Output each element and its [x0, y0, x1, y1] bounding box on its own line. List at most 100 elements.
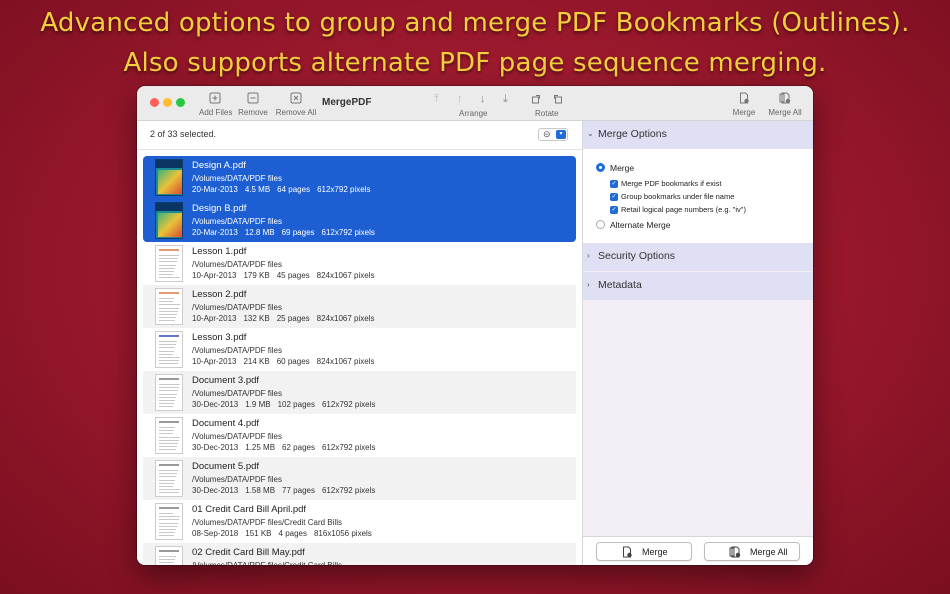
merge-toolbar-label: Merge — [732, 108, 756, 117]
pdf-thumbnail — [155, 503, 183, 540]
page-count: 45 pages — [276, 271, 310, 280]
file-meta: 10-Apr-2013 132 KB 25 pages 824x1067 pixels — [192, 314, 381, 323]
more-options-icon: ⊝ — [543, 129, 551, 139]
file-row[interactable]: Document 4.pdf/Volumes/DATA/PDF files 30-… — [143, 414, 576, 457]
headline-line-1: Advanced options to group and merge PDF … — [40, 8, 910, 38]
remove-all-button[interactable]: Remove All — [275, 92, 317, 117]
remove-all-icon — [290, 92, 302, 104]
page-count: 25 pages — [276, 314, 310, 323]
move-up-icon[interactable]: ↑ — [457, 93, 463, 105]
file-size: 1.9 MB — [245, 400, 271, 409]
file-row[interactable]: Document 3.pdf/Volumes/DATA/PDF files 30-… — [143, 371, 576, 414]
close-window-button[interactable] — [150, 98, 159, 107]
page-dimensions: 612x792 pixels — [321, 228, 375, 237]
alternate-merge-radio[interactable] — [596, 220, 605, 229]
merge-radio[interactable] — [596, 163, 605, 172]
security-options-title: Security Options — [598, 250, 676, 262]
move-to-top-icon[interactable]: ⤒ — [434, 93, 439, 106]
bookmarks-checkbox-label: Merge PDF bookmarks if exist — [621, 179, 722, 188]
remove-label: Remove — [238, 108, 268, 117]
page-dimensions: 612x792 pixels — [317, 185, 371, 194]
file-size: 4.5 MB — [244, 185, 271, 194]
file-name: Document 4.pdf — [192, 418, 260, 429]
options-pane: ⌄ Merge Options Merge ✓ Merge PDF bookma… — [583, 121, 813, 565]
file-row[interactable]: Lesson 2.pdf/Volumes/DATA/PDF files 10-Ap… — [143, 285, 576, 328]
security-options-header[interactable]: › Security Options — [583, 243, 813, 271]
file-date: 30-Dec-2013 — [192, 400, 239, 409]
file-meta: 30-Dec-2013 1.9 MB 102 pages 612x792 pixels — [192, 400, 382, 409]
move-to-bottom-icon[interactable]: ⤓ — [503, 93, 508, 106]
file-name: Document 3.pdf — [192, 375, 260, 386]
rotate-right-icon[interactable] — [552, 93, 563, 107]
pdf-thumbnail — [155, 288, 183, 325]
add-files-label: Add Files — [199, 108, 233, 117]
add-files-button[interactable]: Add Files — [199, 92, 233, 117]
zoom-window-button[interactable] — [176, 98, 185, 107]
pdf-thumbnail — [155, 460, 183, 497]
file-row[interactable]: Document 5.pdf/Volumes/DATA/PDF files 30-… — [143, 457, 576, 500]
file-meta: 30-Dec-2013 1.25 MB 62 pages 612x792 pixels — [192, 443, 382, 452]
merge-all-toolbar-button[interactable]: Merge All — [767, 92, 803, 117]
file-date: 08-Sep-2018 — [192, 529, 239, 538]
page-count: 64 pages — [277, 185, 311, 194]
chevron-down-icon: ▾ — [556, 130, 566, 139]
file-row[interactable]: 01 Credit Card Bill April.pdf/Volumes/DA… — [143, 500, 576, 543]
group-bookmarks-checkbox[interactable]: ✓ — [610, 193, 618, 201]
arrange-label: Arrange — [459, 109, 488, 118]
merge-action-bar: Merge Merge All — [583, 537, 813, 565]
file-path: /Volumes/DATA/PDF files — [192, 346, 282, 355]
file-row[interactable]: Lesson 1.pdf/Volumes/DATA/PDF files 10-Ap… — [143, 242, 576, 285]
pdf-thumbnail — [155, 202, 183, 239]
file-name: Lesson 3.pdf — [192, 332, 247, 343]
file-date: 20-Mar-2013 — [192, 185, 238, 194]
app-window: Add Files Remove Remove All MergePDF ⤒ ↑… — [137, 86, 813, 565]
merge-all-button[interactable]: Merge All — [704, 542, 800, 561]
file-path: /Volumes/DATA/PDF files/Credit Card Bill… — [192, 561, 342, 565]
page-numbers-label: Retail logical page numbers (e.g. "iv") — [621, 205, 746, 214]
file-row[interactable]: Design A.pdf/Volumes/DATA/PDF files 20-Ma… — [143, 156, 576, 199]
file-name: Document 5.pdf — [192, 461, 260, 472]
add-file-icon — [209, 92, 221, 104]
metadata-header[interactable]: › Metadata — [583, 272, 813, 300]
pdf-thumbnail — [155, 245, 183, 282]
chevron-right-icon: › — [587, 280, 590, 289]
file-meta: 20-Mar-2013 12.8 MB 69 pages 612x792 pixels — [192, 228, 382, 237]
pdf-thumbnail — [155, 546, 183, 565]
remove-button[interactable]: Remove — [238, 92, 268, 117]
divider — [137, 149, 582, 150]
file-path: /Volumes/DATA/PDF files — [192, 260, 282, 269]
file-date: 10-Apr-2013 — [192, 357, 237, 366]
file-path: /Volumes/DATA/PDF files — [192, 217, 282, 226]
file-path: /Volumes/DATA/PDF files — [192, 389, 282, 398]
file-path: /Volumes/DATA/PDF files — [192, 303, 282, 312]
file-meta: 30-Dec-2013 1.58 MB 77 pages 612x792 pixels — [192, 486, 382, 495]
group-bookmarks-label: Group bookmarks under file name — [621, 192, 735, 201]
bookmarks-checkbox[interactable]: ✓ — [610, 180, 618, 188]
minimize-window-button[interactable] — [163, 98, 172, 107]
page-count: 60 pages — [276, 357, 310, 366]
remove-icon — [247, 92, 259, 104]
file-row[interactable]: Lesson 3.pdf/Volumes/DATA/PDF files 10-Ap… — [143, 328, 576, 371]
file-date: 20-Mar-2013 — [192, 228, 238, 237]
merge-toolbar-button[interactable]: Merge — [731, 92, 757, 117]
file-row[interactable]: 02 Credit Card Bill May.pdf/Volumes/DATA… — [143, 543, 576, 565]
merge-all-button-label: Merge All — [750, 547, 788, 557]
file-meta: 08-Sep-2018 151 KB 4 pages 816x1056 pixels — [192, 529, 379, 538]
file-size: 132 KB — [243, 314, 270, 323]
merge-options-header[interactable]: ⌄ Merge Options — [583, 121, 813, 149]
file-path: /Volumes/DATA/PDF files — [192, 432, 282, 441]
file-size: 12.8 MB — [244, 228, 275, 237]
alternate-merge-label: Alternate Merge — [610, 220, 671, 230]
page-count: 77 pages — [282, 486, 315, 495]
file-date: 10-Apr-2013 — [192, 271, 237, 280]
rotate-left-icon[interactable] — [531, 93, 542, 107]
merge-button[interactable]: Merge — [596, 542, 692, 561]
page-numbers-checkbox[interactable]: ✓ — [610, 206, 618, 214]
file-list[interactable]: Design A.pdf/Volumes/DATA/PDF files 20-Ma… — [143, 156, 576, 565]
file-meta: 20-Mar-2013 4.5 MB 64 pages 612x792 pixels — [192, 185, 377, 194]
merge-options-body: Merge ✓ Merge PDF bookmarks if exist ✓ G… — [583, 149, 813, 243]
page-dimensions: 612x792 pixels — [321, 443, 376, 452]
file-row[interactable]: Design B.pdf/Volumes/DATA/PDF files 20-Ma… — [143, 199, 576, 242]
action-menu-button[interactable]: ⊝ ▾ — [538, 128, 568, 141]
move-down-icon[interactable]: ↓ — [480, 93, 486, 105]
